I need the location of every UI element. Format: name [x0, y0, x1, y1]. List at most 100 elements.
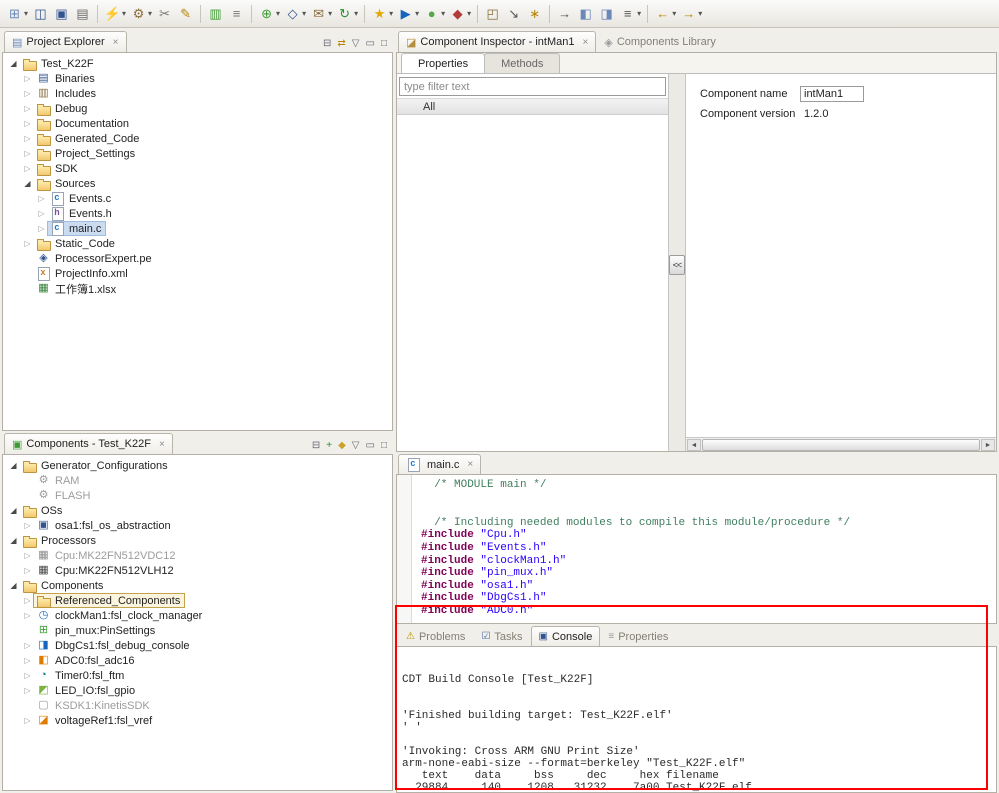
- tree-item-dbgcs1-fsl-debug-console[interactable]: ▷ ◨ DbgCs1:fsl_debug_console: [3, 638, 392, 653]
- expander-closed-icon[interactable]: ▷: [21, 164, 34, 173]
- expander-closed-icon[interactable]: ▷: [21, 566, 34, 575]
- filter-components-icon[interactable]: ◆: [338, 440, 346, 451]
- tree-item-ram[interactable]: ⚙ RAM: [3, 473, 392, 488]
- favorites-button[interactable]: ★ ▾: [369, 3, 395, 25]
- wizard-button[interactable]: ∗: [524, 3, 545, 25]
- expander-open-icon[interactable]: ◢: [7, 461, 20, 470]
- tree-item-ksdk1-kinetissdk[interactable]: ▢ KSDK1:KinetisSDK: [3, 698, 392, 713]
- view-list-button[interactable]: ≡ ▾: [617, 3, 643, 25]
- tree-item-processors[interactable]: ◢ Processors: [3, 533, 392, 548]
- tab-project-explorer[interactable]: ▤ Project Explorer ×: [4, 31, 127, 52]
- expander-closed-icon[interactable]: ▷: [21, 551, 34, 560]
- refresh-button[interactable]: ↻ ▾: [334, 3, 360, 25]
- expander-closed-icon[interactable]: ▷: [21, 611, 34, 620]
- tree-item-projectinfo-xml[interactable]: ProjectInfo.xml: [3, 266, 392, 281]
- flash-programmer-button[interactable]: ⚡ ▾: [102, 3, 128, 25]
- tree-item-timer0-fsl-ftm[interactable]: ▷ ◔ Timer0:fsl_ftm: [3, 668, 392, 683]
- expander-closed-icon[interactable]: ▷: [21, 149, 34, 158]
- expander-closed-icon[interactable]: ▷: [21, 641, 34, 650]
- tree-item-events-c[interactable]: ▷ Events.c: [3, 191, 392, 206]
- tab-tasks[interactable]: ☑ Tasks: [473, 626, 530, 646]
- scroll-right-icon[interactable]: ►: [981, 438, 995, 451]
- mail-button[interactable]: ✉ ▾: [308, 3, 334, 25]
- tree-item-cpu-mk22fn512vdc12[interactable]: ▷ ▦ Cpu:MK22FN512VDC12: [3, 548, 392, 563]
- code-area[interactable]: /* MODULE main */ /* Including needed mo…: [421, 479, 994, 623]
- minimize-icon[interactable]: ▭: [366, 440, 375, 451]
- debug-button[interactable]: ● ▾: [421, 3, 447, 25]
- maximize-icon[interactable]: □: [381, 38, 387, 49]
- tree-item-main-c[interactable]: ▷ main.c: [3, 221, 392, 236]
- view-menu-icon[interactable]: ▽: [352, 38, 360, 49]
- tab-methods[interactable]: Methods: [484, 53, 561, 73]
- expander-closed-icon[interactable]: ▷: [35, 209, 48, 218]
- horizontal-scrollbar[interactable]: ◄ ►: [686, 437, 996, 451]
- back-button[interactable]: ← ▾: [652, 3, 678, 25]
- tree-item-flash[interactable]: ⚙ FLASH: [3, 488, 392, 503]
- tree-item-led-io-fsl-gpio[interactable]: ▷ ◩ LED_IO:fsl_gpio: [3, 683, 392, 698]
- expander-closed-icon[interactable]: ▷: [21, 239, 34, 248]
- expander-closed-icon[interactable]: ▷: [21, 671, 34, 680]
- next-edit-button[interactable]: →: [554, 3, 575, 25]
- tree-item-project-settings[interactable]: ▷ Project_Settings: [3, 146, 392, 161]
- tree-item-generated-code[interactable]: ▷ Generated_Code: [3, 131, 392, 146]
- add-component-icon[interactable]: +: [326, 440, 332, 451]
- profile-button[interactable]: ◆ ▾: [447, 3, 473, 25]
- expander-closed-icon[interactable]: ▷: [21, 596, 34, 605]
- new-class-button[interactable]: ⊕ ▾: [256, 3, 282, 25]
- expander-closed-icon[interactable]: ▷: [21, 686, 34, 695]
- save-all-button[interactable]: ▣: [51, 3, 72, 25]
- tree-item-test-k22f[interactable]: ◢ Test_K22F: [3, 56, 392, 71]
- minimize-icon[interactable]: ▭: [366, 38, 375, 49]
- tree-item-documentation[interactable]: ▷ Documentation: [3, 116, 392, 131]
- scrollbar-thumb[interactable]: [702, 438, 980, 451]
- window-right-button[interactable]: ◨: [596, 3, 617, 25]
- tree-item-sources[interactable]: ◢ Sources: [3, 176, 392, 191]
- tree-item-includes[interactable]: ▷ ▥ Includes: [3, 86, 392, 101]
- tree-item-binaries[interactable]: ▷ ▤ Binaries: [3, 71, 392, 86]
- import-button[interactable]: ↘: [503, 3, 524, 25]
- tree-item-voltageref1-fsl-vref[interactable]: ▷ ◪ voltageRef1:fsl_vref: [3, 713, 392, 728]
- expander-closed-icon[interactable]: ▷: [21, 656, 34, 665]
- tab-problems[interactable]: ⚠ Problems: [398, 626, 473, 646]
- expander-open-icon[interactable]: ◢: [7, 536, 20, 545]
- expander-open-icon[interactable]: ◢: [21, 179, 34, 188]
- forward-button[interactable]: → ▾: [678, 3, 704, 25]
- tree-item-osa1-fsl-os-abstraction[interactable]: ▷ ▣ osa1:fsl_os_abstraction: [3, 518, 392, 533]
- outline-button[interactable]: ≡: [226, 3, 247, 25]
- expander-open-icon[interactable]: ◢: [7, 581, 20, 590]
- tree-item-sdk[interactable]: ▷ SDK: [3, 161, 392, 176]
- print-button[interactable]: ▤: [72, 3, 93, 25]
- tree-item-static-code[interactable]: ▷ Static_Code: [3, 236, 392, 251]
- view-menu-icon[interactable]: ▽: [352, 440, 360, 451]
- tree-item-generator-configurations[interactable]: ◢ Generator_Configurations: [3, 458, 392, 473]
- expander-closed-icon[interactable]: ▷: [35, 224, 48, 233]
- tree-item-components[interactable]: ◢ Components: [3, 578, 392, 593]
- tab-components-library[interactable]: ◈ Components Library: [596, 31, 724, 52]
- tab-components[interactable]: ▣ Components - Test_K22F ×: [4, 433, 173, 454]
- expander-open-icon[interactable]: ◢: [7, 506, 20, 515]
- expander-closed-icon[interactable]: ▷: [35, 194, 48, 203]
- open-type-button[interactable]: ◇ ▾: [282, 3, 308, 25]
- expander-closed-icon[interactable]: ▷: [21, 74, 34, 83]
- expander-closed-icon[interactable]: ▷: [21, 521, 34, 530]
- collapse-panel-button[interactable]: <<: [669, 254, 685, 275]
- expander-open-icon[interactable]: ◢: [7, 59, 20, 68]
- tab-main-c[interactable]: main.c ×: [398, 454, 482, 474]
- run-button[interactable]: ▶ ▾: [395, 3, 421, 25]
- expander-closed-icon[interactable]: ▷: [21, 716, 34, 725]
- window-left-button[interactable]: ◧: [575, 3, 596, 25]
- properties-root-row[interactable]: All: [397, 98, 668, 115]
- tree-item-processorexpert-pe[interactable]: ◈ ProcessorExpert.pe: [3, 251, 392, 266]
- inspector-splitter[interactable]: <<: [669, 74, 686, 451]
- link-with-editor-icon[interactable]: ⇄: [337, 38, 345, 49]
- expander-closed-icon[interactable]: ▷: [21, 104, 34, 113]
- cut-button[interactable]: ✂: [154, 3, 175, 25]
- save-button[interactable]: ◫: [30, 3, 51, 25]
- memory-chart-button[interactable]: ▥: [205, 3, 226, 25]
- tab-component-inspector[interactable]: ◪ Component Inspector - intMan1 ×: [398, 31, 597, 52]
- tree-item-referenced-components[interactable]: ▷ Referenced_Components: [3, 593, 392, 608]
- close-icon[interactable]: ×: [113, 37, 119, 48]
- close-icon[interactable]: ×: [583, 37, 589, 48]
- collapse-all-icon[interactable]: ⊟: [323, 38, 331, 49]
- edit-marker-button[interactable]: ✎: [175, 3, 196, 25]
